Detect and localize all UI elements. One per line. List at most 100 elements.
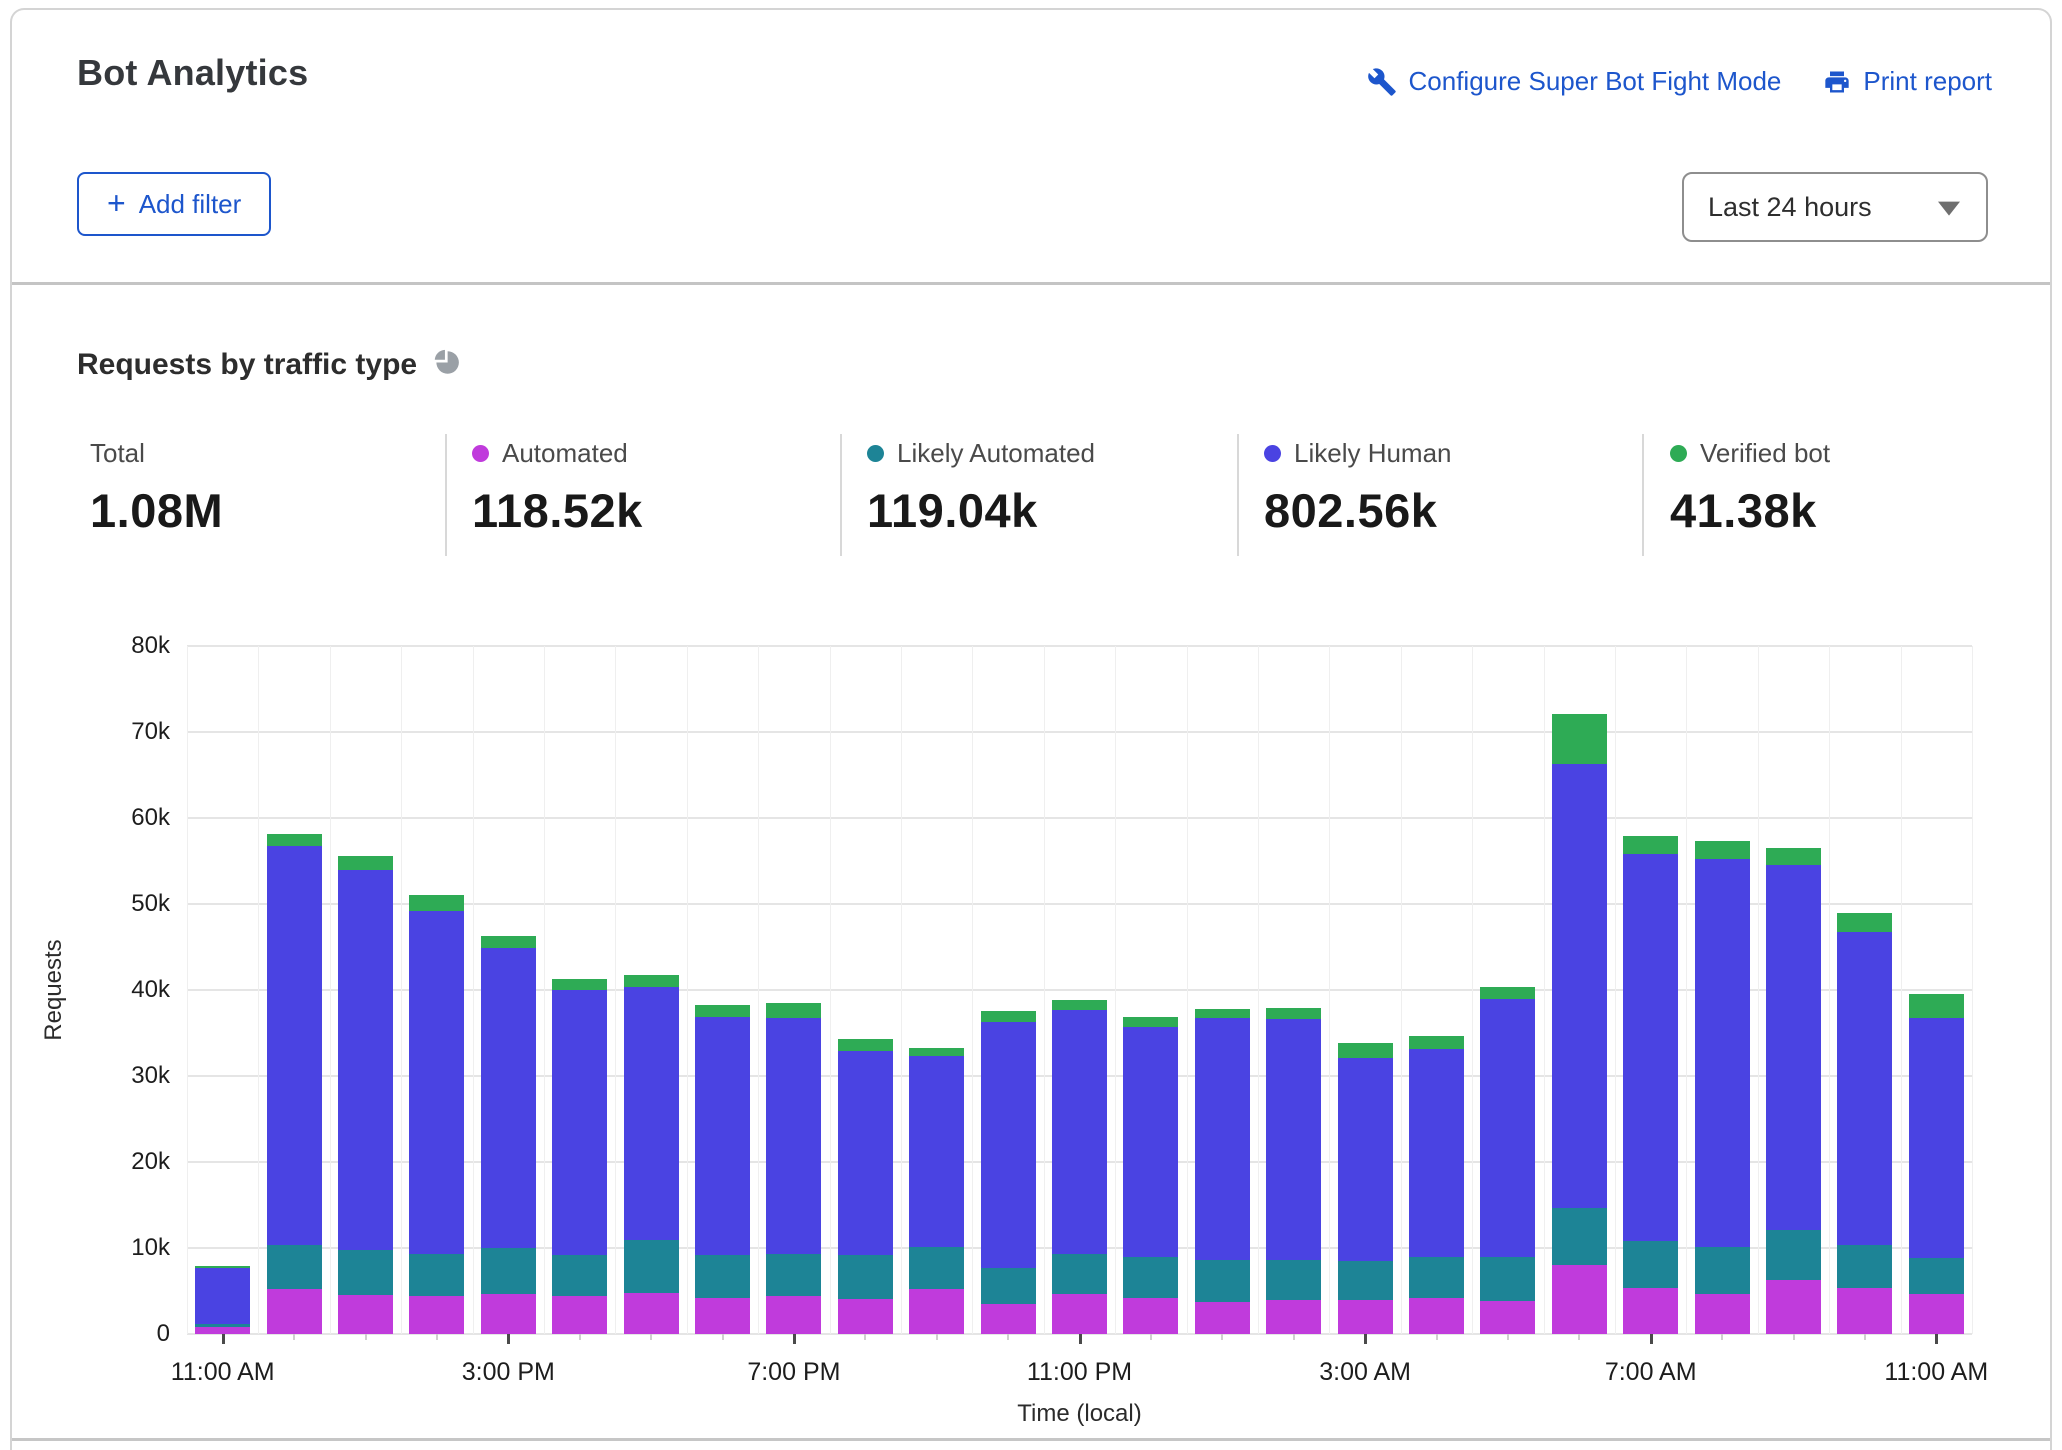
bar-group[interactable] [1195,646,1250,1334]
bar-group[interactable] [766,646,821,1334]
bar-group[interactable] [409,646,464,1334]
x-axis-tick [793,1334,796,1344]
time-range-select[interactable]: Last 24 hours [1682,172,1988,242]
gridline-v [1972,646,1973,1334]
bar-slot [901,646,972,1334]
bar-slot [258,646,329,1334]
bar-group[interactable] [909,646,964,1334]
bar-segment-verified-bot [766,1003,821,1018]
bar-segment-automated [981,1304,1036,1334]
add-filter-label: Add filter [139,189,242,220]
bar-segment-likely-human [552,990,607,1255]
print-link-label: Print report [1863,66,1992,97]
bar-group[interactable] [267,646,322,1334]
bar-segment-likely-human [1623,854,1678,1241]
bar-segment-likely-human [695,1017,750,1255]
bar-segment-likely-human [409,911,464,1254]
bar-segment-automated [1052,1294,1107,1334]
x-tick-label: 11:00 AM [171,1358,275,1387]
bar-group[interactable] [1623,646,1678,1334]
stat-likely-human[interactable]: Likely Human802.56k [1264,438,1452,538]
bar-segment-verified-bot [409,895,464,910]
bar-segment-likely-automated [624,1240,679,1292]
bar-segment-verified-bot [1552,714,1607,764]
x-axis-tick [1935,1334,1938,1344]
bar-group[interactable] [338,646,393,1334]
bar-group[interactable] [481,646,536,1334]
bar-segment-likely-automated [1338,1261,1393,1301]
x-axis-tick [1150,1334,1152,1340]
stat-total[interactable]: Total1.08M [90,438,223,538]
legend-dot [1264,445,1281,462]
stat-verified-bot[interactable]: Verified bot41.38k [1670,438,1830,538]
bar-group[interactable] [1552,646,1607,1334]
y-tick-label: 40k [131,976,170,1004]
bar-segment-likely-automated [1766,1230,1821,1280]
bar-segment-likely-automated [1480,1257,1535,1302]
bar-group[interactable] [1766,646,1821,1334]
legend-dot [1670,445,1687,462]
bar-group[interactable] [1338,646,1393,1334]
x-axis-labels: 11:00 AM3:00 PM7:00 PM11:00 PM3:00 AM7:0… [187,1358,1972,1398]
bar-group[interactable] [1909,646,1964,1334]
bar-group[interactable] [1837,646,1892,1334]
bar-group[interactable] [624,646,679,1334]
bar-segment-likely-automated [1195,1260,1250,1302]
section-bottom-divider [12,1438,2050,1441]
bar-group[interactable] [195,646,250,1334]
bar-segment-likely-human [624,987,679,1240]
bar-segment-likely-automated [338,1250,393,1296]
bar-group[interactable] [552,646,607,1334]
x-axis-tick [1364,1334,1367,1344]
bar-segment-likely-automated [695,1255,750,1298]
bar-segment-automated [1837,1288,1892,1334]
x-tick-label: 3:00 AM [1319,1358,1411,1387]
stat-value: 41.38k [1670,483,1830,538]
bar-segment-verified-bot [695,1005,750,1017]
stat-value: 802.56k [1264,483,1452,538]
add-filter-button[interactable]: + Add filter [77,172,271,236]
bar-group[interactable] [1266,646,1321,1334]
x-axis-tick [436,1334,438,1340]
configure-super-bot-fight-mode-link[interactable]: Configure Super Bot Fight Mode [1367,66,1782,97]
bar-segment-likely-human [1409,1049,1464,1257]
bar-group[interactable] [1409,646,1464,1334]
x-axis-tick [650,1334,652,1340]
bar-group[interactable] [981,646,1036,1334]
bar-segment-likely-human [1123,1027,1178,1257]
bar-group[interactable] [1480,646,1535,1334]
bar-segment-automated [552,1296,607,1334]
bar-segment-verified-bot [1123,1017,1178,1027]
bar-segment-likely-human [1552,764,1607,1208]
bar-group[interactable] [1123,646,1178,1334]
bar-segment-automated [1695,1294,1750,1334]
bar-slot [1258,646,1329,1334]
bar-segment-automated [481,1294,536,1334]
bar-group[interactable] [1695,646,1750,1334]
bar-segment-likely-human [909,1056,964,1247]
stat-label: Likely Automated [897,438,1095,469]
x-axis-tick [1436,1334,1438,1340]
bar-slot [1401,646,1472,1334]
x-axis-tick [1079,1334,1082,1344]
bar-segment-likely-automated [909,1247,964,1289]
bar-segment-likely-human [1909,1018,1964,1259]
bot-analytics-card: Bot Analytics Configure Super Bot Fight … [10,8,2052,1450]
x-axis-tick [507,1334,510,1344]
printer-icon [1823,68,1851,96]
bar-segment-likely-automated [1123,1257,1178,1297]
print-report-link[interactable]: Print report [1823,66,1992,97]
stat-automated[interactable]: Automated118.52k [472,438,643,538]
bar-group[interactable] [695,646,750,1334]
bar-slot [1686,646,1757,1334]
bar-segment-verified-bot [267,834,322,846]
bar-segment-likely-human [1266,1019,1321,1260]
bar-group[interactable] [1052,646,1107,1334]
bar-segment-verified-bot [552,979,607,990]
stat-likely-automated[interactable]: Likely Automated 119.04k [867,438,1095,538]
bar-group[interactable] [838,646,893,1334]
stat-value: 119.04k [867,483,1095,538]
bar-segment-likely-human [981,1022,1036,1268]
bar-segment-automated [1195,1302,1250,1334]
x-axis-tick [579,1334,581,1340]
